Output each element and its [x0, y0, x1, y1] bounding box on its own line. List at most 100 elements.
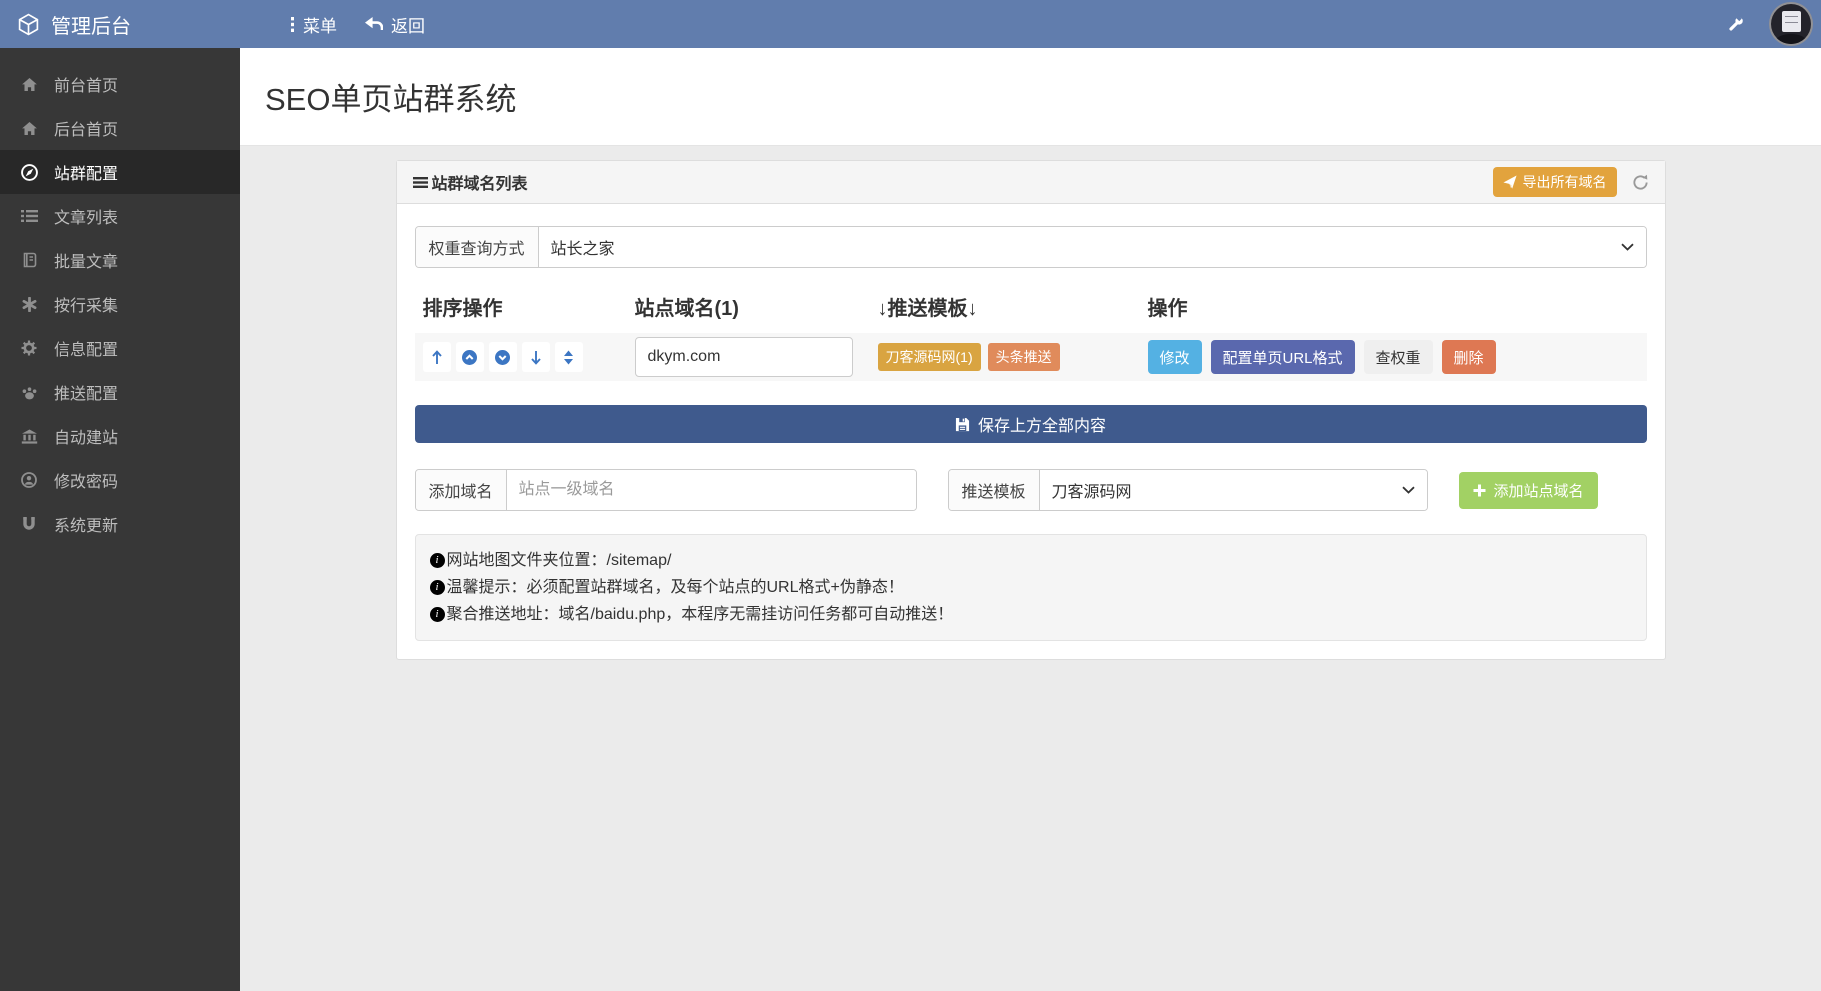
nav-links: 菜单 返回 — [290, 12, 425, 37]
add-domain-input[interactable] — [506, 470, 916, 510]
paper-plane-icon — [1502, 175, 1517, 189]
chevron-down-icon — [1620, 243, 1634, 251]
toutiao-push-tag[interactable]: 头条推送 — [987, 343, 1060, 371]
sidebar-item-line-collect[interactable]: 按行采集 — [0, 282, 240, 326]
bank-icon — [19, 429, 39, 444]
compass-icon — [19, 163, 39, 181]
weight-query-select[interactable]: 站长之家 — [538, 227, 1646, 267]
export-all-domains-button[interactable]: 导出所有域名 — [1492, 167, 1617, 197]
column-header-actions: 操作 — [1147, 298, 1188, 320]
user-avatar[interactable] — [1769, 2, 1813, 46]
sort-updown-icon[interactable] — [554, 342, 583, 372]
sidebar-item-front-home[interactable]: 前台首页 — [0, 62, 240, 106]
sidebar-item-article-list[interactable]: 文章列表 — [0, 194, 240, 238]
column-header-sort: 排序操作 — [422, 298, 503, 320]
sidebar-item-label: 站群配置 — [54, 166, 119, 183]
sidebar-item-label: 系统更新 — [54, 518, 119, 535]
brand-label: 管理后台 — [51, 15, 131, 38]
template-tag[interactable]: 刀客源码网(1) — [877, 343, 981, 371]
delete-button[interactable]: 删除 — [1441, 340, 1496, 374]
chevron-down-icon — [1401, 486, 1415, 494]
plus-icon — [1473, 484, 1486, 497]
panel-title: 站群域名列表 — [412, 170, 528, 194]
circle-chevron-up-icon[interactable] — [455, 342, 484, 372]
menu-label: 菜单 — [303, 16, 337, 36]
push-template-group: 推送模板 刀客源码网 — [947, 469, 1428, 511]
save-button-label: 保存上方全部内容 — [977, 418, 1106, 435]
config-url-format-button[interactable]: 配置单页URL格式 — [1210, 340, 1355, 374]
export-button-label: 导出所有域名 — [1522, 174, 1607, 190]
panel-body: 权重查询方式 站长之家 排序操作 站点域名(1) ↓推送模板↓ 操作 dkym.… — [397, 204, 1665, 659]
avatar-sign — [1782, 11, 1801, 32]
sidebar-item-site-cluster-config[interactable]: 站群配置 — [0, 150, 240, 194]
sidebar-item-change-password[interactable]: 修改密码 — [0, 458, 240, 502]
main-area: SEO单页站群系统 站群域名列表 导出所有域名 权重查询方式 站长之家 排序操作… — [240, 48, 1821, 991]
sidebar-item-label: 自动建站 — [54, 430, 119, 447]
panel-header-actions: 导出所有域名 — [1492, 167, 1649, 197]
top-navbar: 管理后台 菜单 返回 — [0, 0, 1821, 48]
navbar-right — [1726, 2, 1821, 46]
table-header-row: 排序操作 站点域名(1) ↓推送模板↓ 操作 — [415, 292, 1647, 333]
sidebar-item-label: 修改密码 — [54, 474, 119, 491]
hamburger-icon — [412, 176, 428, 189]
page-header: SEO单页站群系统 — [240, 48, 1821, 146]
domain-input[interactable] — [634, 337, 853, 377]
sidebar-item-label: 信息配置 — [54, 342, 119, 359]
avatar-figure — [1775, 34, 1807, 44]
page-title: SEO单页站群系统 — [265, 82, 517, 117]
sidebar-item-info-config[interactable]: 信息配置 — [0, 326, 240, 370]
push-template-label: 推送模板 — [948, 470, 1040, 510]
note-tip: i 温馨提示：必须配置站群域名，及每个站点的URL格式+伪静态！ — [429, 574, 1632, 601]
note-text: 温馨提示：必须配置站群域名，及每个站点的URL格式+伪静态！ — [446, 579, 904, 596]
sidebar: 前台首页 后台首页 站群配置 文章列表 批量文章 按行采集 信息配置 推送配置 … — [0, 48, 240, 991]
add-button-label: 添加站点域名 — [1493, 482, 1584, 500]
save-all-button[interactable]: 保存上方全部内容 — [414, 405, 1647, 443]
push-template-select[interactable]: 刀客源码网 — [1039, 470, 1427, 510]
sidebar-item-label: 前台首页 — [54, 78, 119, 95]
check-weight-button[interactable]: 查权重 — [1363, 340, 1433, 374]
asterisk-icon — [19, 296, 39, 312]
home-icon — [19, 121, 39, 136]
table-row: 刀客源码网(1) 头条推送 修改 配置单页URL格式 查权重 删除 — [414, 333, 1647, 381]
brand[interactable]: 管理后台 — [0, 10, 240, 39]
sidebar-item-label: 后台首页 — [54, 122, 119, 139]
cube-icon — [17, 13, 40, 36]
circle-chevron-down-icon[interactable] — [488, 342, 517, 372]
user-circle-icon — [19, 472, 39, 488]
weight-query-group: 权重查询方式 站长之家 — [414, 226, 1647, 268]
sidebar-item-batch-articles[interactable]: 批量文章 — [0, 238, 240, 282]
back-arrow-icon — [365, 16, 383, 32]
add-domain-row: 添加域名 推送模板 刀客源码网 — [414, 469, 1647, 511]
wrench-icon[interactable] — [1726, 15, 1745, 34]
content: 站群域名列表 导出所有域名 权重查询方式 站长之家 排序操作 站点域名(1) ↓… — [240, 146, 1821, 660]
row-actions: 修改 配置单页URL格式 查权重 删除 — [1140, 340, 1647, 374]
sidebar-item-label: 文章列表 — [54, 210, 119, 227]
add-site-domain-button[interactable]: 添加站点域名 — [1458, 471, 1598, 509]
weight-query-value: 站长之家 — [550, 241, 615, 258]
panel-title-label: 站群域名列表 — [431, 176, 528, 193]
menu-toggle[interactable]: 菜单 — [290, 12, 337, 37]
weight-query-label: 权重查询方式 — [415, 227, 539, 267]
push-template-value: 刀客源码网 — [1051, 484, 1132, 501]
sort-controls — [415, 342, 627, 372]
gear-icon — [19, 340, 39, 356]
back-link[interactable]: 返回 — [365, 12, 425, 37]
back-label: 返回 — [391, 16, 425, 36]
template-tags: 刀客源码网(1) 头条推送 — [870, 343, 1140, 371]
sidebar-item-label: 批量文章 — [54, 254, 119, 271]
add-domain-group: 添加域名 — [414, 469, 917, 511]
sidebar-item-admin-home[interactable]: 后台首页 — [0, 106, 240, 150]
add-domain-label: 添加域名 — [415, 470, 507, 510]
note-text: 网站地图文件夹位置：/sitemap/ — [446, 552, 672, 569]
book-icon — [19, 252, 39, 268]
sidebar-item-push-config[interactable]: 推送配置 — [0, 370, 240, 414]
edit-button[interactable]: 修改 — [1147, 340, 1202, 374]
sidebar-item-label: 推送配置 — [54, 386, 119, 403]
move-up-icon[interactable] — [422, 342, 451, 372]
note-sitemap: i 网站地图文件夹位置：/sitemap/ — [429, 547, 1632, 574]
refresh-icon[interactable] — [1632, 174, 1649, 191]
sidebar-item-system-update[interactable]: 系统更新 — [0, 502, 240, 546]
domain-list-panel: 站群域名列表 导出所有域名 权重查询方式 站长之家 排序操作 站点域名(1) ↓… — [395, 160, 1666, 660]
move-down-icon[interactable] — [521, 342, 550, 372]
sidebar-item-auto-build[interactable]: 自动建站 — [0, 414, 240, 458]
